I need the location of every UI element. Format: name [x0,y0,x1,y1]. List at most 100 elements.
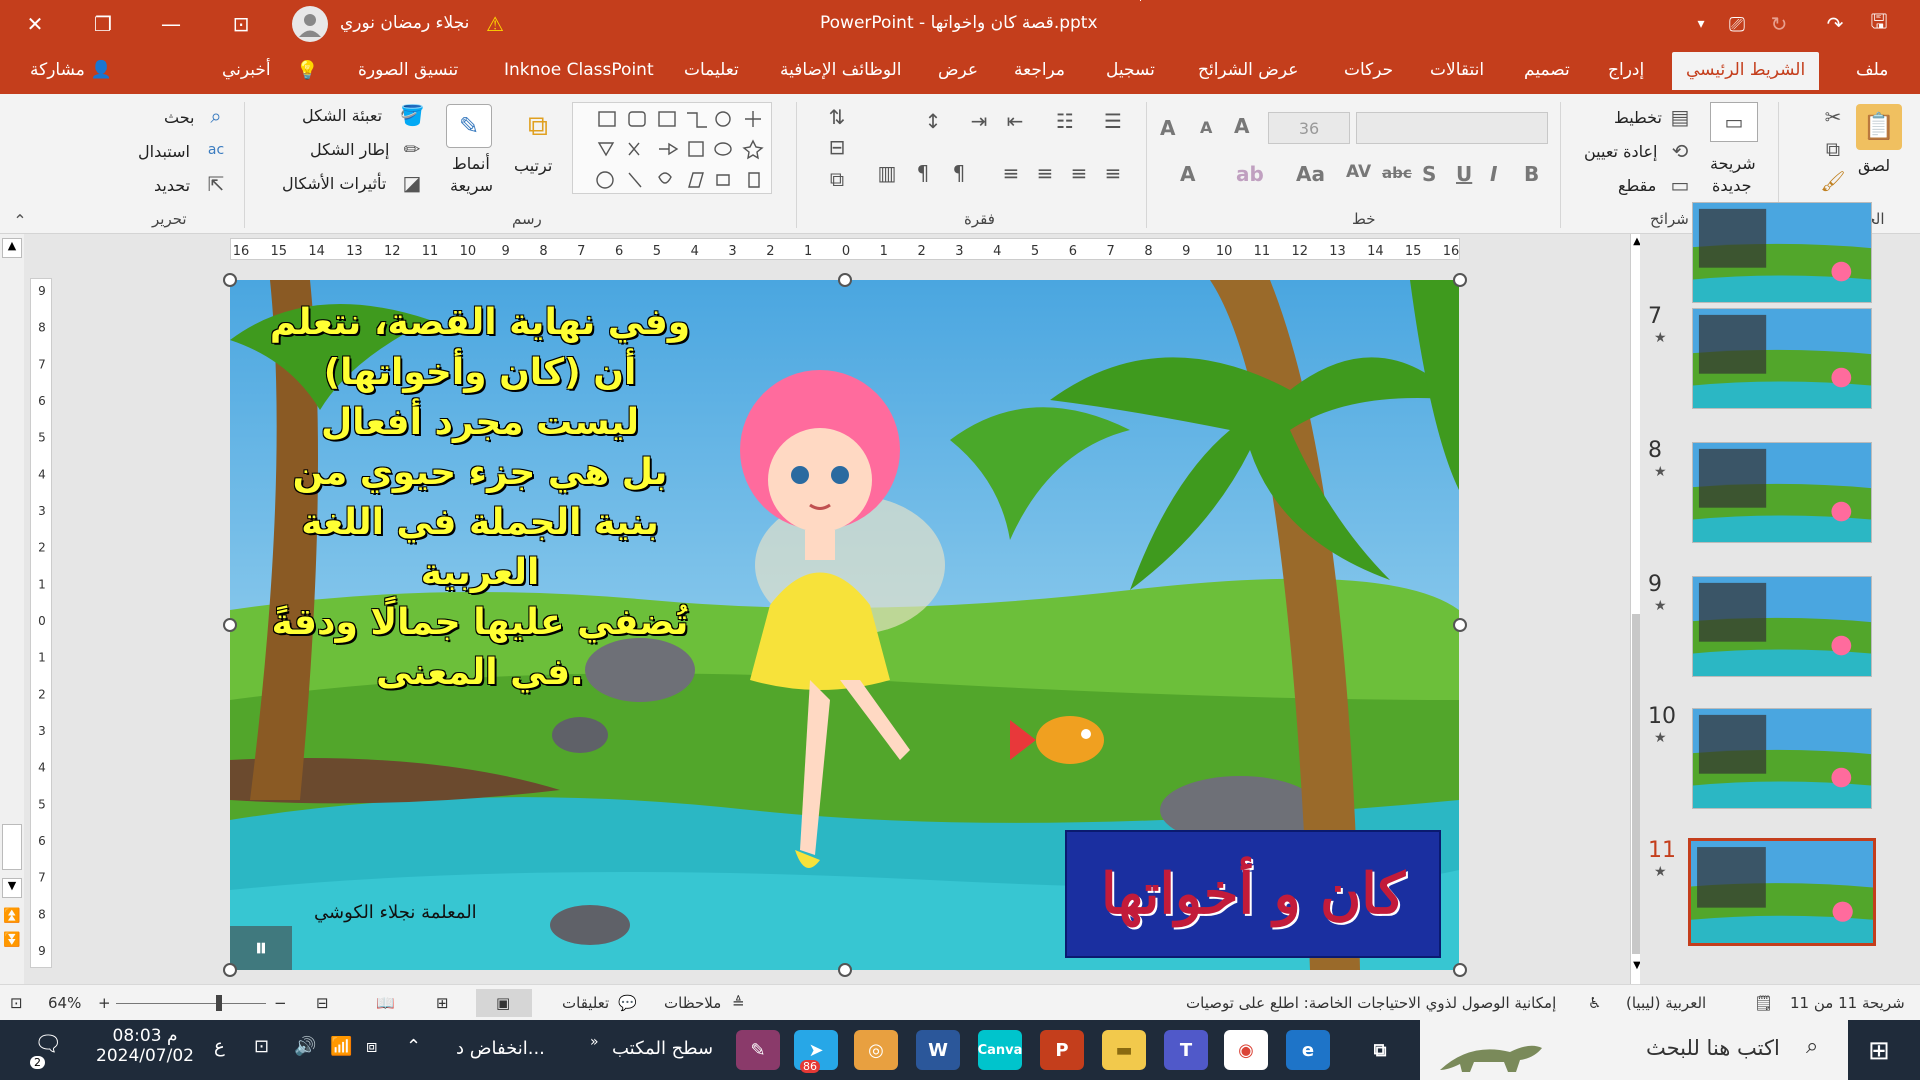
pen-outline-icon[interactable]: ✏ [400,137,424,161]
present-icon[interactable]: ⎚ [1720,7,1754,41]
increase-indent-icon[interactable]: ⇥ [964,108,994,134]
new-slide-label-1[interactable]: شريحة [1710,154,1756,173]
align-text-icon[interactable]: ⊟ [822,134,852,160]
comments-button[interactable]: تعليقات [562,994,609,1012]
section-button[interactable]: مقطع [1618,176,1656,195]
fit-to-window-icon[interactable]: ⊡ [10,994,23,1012]
zoom-slider[interactable] [116,1003,266,1004]
quick-styles-label-1[interactable]: أنماط [452,154,490,173]
char-spacing-icon[interactable]: AV [1346,162,1371,182]
collapse-ribbon-icon[interactable]: ⌃ [8,210,32,230]
find-button[interactable]: بحث [164,108,195,127]
scroll-up-icon[interactable]: ▲ [2,238,22,258]
ltr-icon[interactable]: ¶ [908,160,938,186]
taskbar-search-box[interactable]: اكتب هنا للبحث ⌕ [1420,1020,1848,1080]
show-hidden-icons[interactable]: ⌃ [406,1036,421,1057]
tab-home[interactable]: الشريط الرئيسي [1672,52,1820,90]
quick-styles-label-2[interactable]: سريعة [450,176,493,195]
task-view-icon[interactable]: ⧉ [1358,1030,1402,1070]
bullets-icon[interactable]: ☰ [1098,108,1128,134]
canva-icon[interactable]: Canva [978,1030,1022,1070]
font-size-combo[interactable]: 36 [1268,112,1350,144]
windows-start-icon[interactable]: ⊞ [1868,1036,1890,1066]
tab-view[interactable]: عرض [938,60,978,80]
tab-transitions[interactable]: انتقالات [1430,60,1484,80]
format-painter-icon[interactable]: 🖌 [1820,168,1846,194]
align-center-icon[interactable]: ≡ [1030,160,1060,186]
network-icon[interactable]: 📶 [330,1036,352,1057]
shape-outline-button[interactable]: إطار الشكل [310,140,389,159]
zoom-slider-thumb[interactable] [216,995,222,1011]
align-right-icon[interactable]: ≡ [1064,160,1094,186]
close-icon[interactable]: ✕ [18,7,52,41]
paint-bucket-icon[interactable]: 🪣 [400,103,425,127]
tab-design[interactable]: تصميم [1524,60,1570,80]
arrange-label[interactable]: ترتيب [514,156,552,175]
app-icon[interactable]: ◎ [854,1030,898,1070]
scroll-down-icon[interactable]: ▼ [2,878,22,898]
select-button[interactable]: تحديد [154,176,190,195]
tab-file[interactable]: ملف [1856,60,1888,80]
language-status[interactable]: العربية (ليبيا) [1626,994,1706,1012]
columns-icon[interactable]: ▥ [872,160,902,186]
shadow-icon[interactable]: S [1422,162,1436,186]
underline-icon[interactable]: U [1456,162,1472,186]
resize-handle[interactable] [1453,273,1467,287]
accessibility-status[interactable]: إمكانية الوصول لذوي الاحتياجات الخاصة: ا… [1186,994,1556,1012]
clear-format-icon[interactable]: A [1160,116,1175,140]
tab-picture-format[interactable]: تنسيق الصورة [358,60,458,80]
shape-effects-button[interactable]: تأثيرات الأشكال [282,174,386,193]
strikethrough-icon[interactable]: abc [1382,164,1412,182]
share-button[interactable]: مشاركة 👤 [30,60,112,80]
desktop-toolbar[interactable]: سطح المكتب [612,1038,713,1059]
font-grow-icon[interactable]: A [1234,114,1249,138]
slide-thumbnail-selected[interactable] [1688,838,1876,946]
desktop-chevron-icon[interactable]: » [590,1034,599,1050]
slide-thumbnail[interactable] [1692,576,1872,677]
next-slide-icon[interactable]: ⏬ [2,932,22,952]
input-language[interactable]: ع [214,1036,225,1057]
change-case-icon[interactable]: Aa [1296,162,1325,186]
replace-button[interactable]: استبدال [138,142,190,161]
slide-thumbnail[interactable] [1692,708,1872,809]
notification-icon[interactable]: 🗨 [34,1032,62,1057]
chrome-icon[interactable]: ◉ [1224,1030,1268,1070]
scroll-thumb[interactable] [2,824,22,870]
new-slide-icon[interactable]: ▭ [1710,102,1758,142]
text-direction-icon[interactable]: ⇅ [822,104,852,130]
reading-view-icon[interactable]: 📖 [376,994,395,1012]
avatar[interactable] [292,6,328,42]
slide-thumbnail[interactable] [1692,442,1872,543]
bold-icon[interactable]: B [1524,162,1539,186]
tab-help[interactable]: تعليمات [684,60,739,80]
paint-app-icon[interactable]: ✎ [736,1030,780,1070]
copy-icon[interactable]: ⧉ [1820,136,1846,162]
weather-text[interactable]: انخفاض د... [456,1038,545,1059]
title-box[interactable]: كان و أخواتها [1065,830,1441,958]
tab-insert[interactable]: إدراج [1608,60,1644,80]
resize-handle[interactable] [1453,963,1467,977]
line-spacing-icon[interactable]: ↕ [918,108,948,134]
resize-handle[interactable] [223,273,237,287]
slide-canvas[interactable]: وفي نهاية القصة، نتعلم أن (كان وأخواتها) ل… [230,280,1459,970]
tab-tell-me[interactable]: أخبرني [222,60,271,80]
section-icon[interactable]: ▭ [1668,173,1692,197]
pause-icon[interactable]: ⏸ [230,926,292,970]
tab-animations[interactable]: حركات [1344,60,1393,80]
minimize-icon[interactable]: — [154,7,188,41]
editor-vertical-scrollbar[interactable]: ▲ ▼ ⏫ ⏬ [0,234,24,984]
paste-icon[interactable]: 📋 [1856,104,1902,150]
effects-icon[interactable]: ◪ [400,171,424,195]
accessibility-icon[interactable]: ♿ [1588,994,1601,1012]
zoom-level[interactable]: 64% [48,994,81,1012]
italic-icon[interactable]: I [1490,162,1497,186]
ribbon-display-icon[interactable]: ⊡ [224,7,258,41]
user-name[interactable]: نجلاء رمضان نوري [340,13,469,33]
resize-handle[interactable] [1453,618,1467,632]
slide-thumbnail[interactable] [1692,202,1872,303]
zoom-out-icon[interactable]: − [274,994,287,1012]
resize-handle[interactable] [223,618,237,632]
clock[interactable]: 08:03 م 2024/07/02 [90,1026,200,1066]
align-left-icon[interactable]: ≡ [996,160,1026,186]
file-explorer-icon[interactable]: ▬ [1102,1030,1146,1070]
